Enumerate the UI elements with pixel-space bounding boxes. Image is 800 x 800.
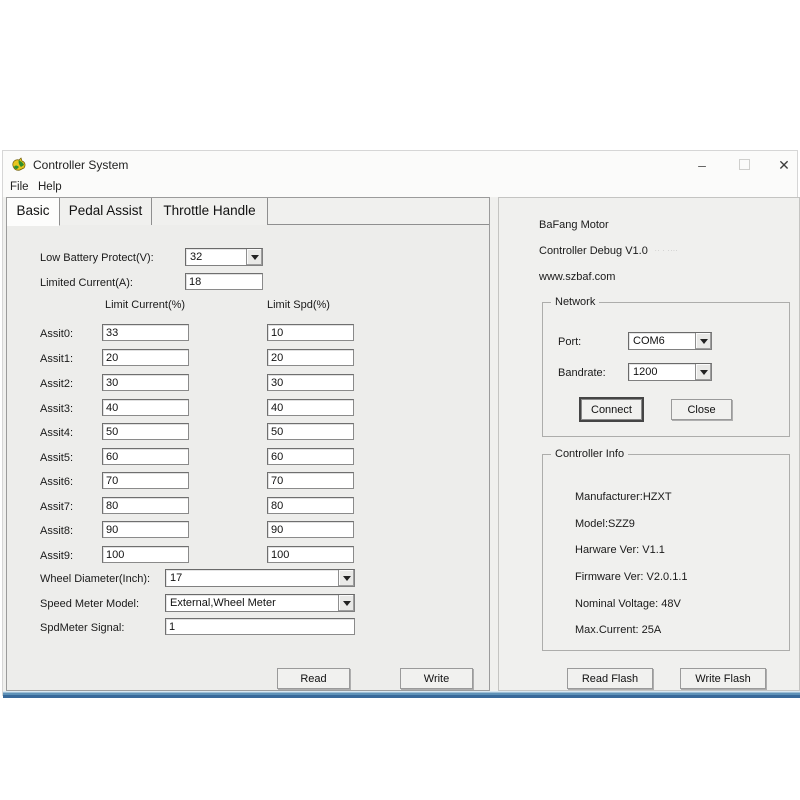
menu-file[interactable]: File [7,181,32,193]
tab-bar: Basic Pedal Assist Throttle Handle [7,198,489,225]
chevron-down-icon[interactable] [246,249,262,265]
spdmeter-signal-input[interactable] [165,618,355,635]
assit8-label: Assit8: [40,525,73,537]
low-battery-dropdown[interactable]: 32 [185,248,263,266]
assit7-speed-input[interactable] [267,497,354,514]
assit7-label: Assit7: [40,501,73,513]
low-battery-label: Low Battery Protect(V): [40,252,154,264]
tiny-text-smudge: ·· · ···· [655,248,678,254]
assit6-current-input[interactable] [102,472,189,489]
assit5-label: Assit5: [40,452,73,464]
wheel-diameter-label: Wheel Diameter(Inch): [40,573,150,585]
assit9-speed-input[interactable] [267,546,354,563]
limited-current-label: Limited Current(A): [40,277,133,289]
maximize-button[interactable] [731,155,757,175]
app-version: Controller Debug V1.0 [539,245,648,257]
assit4-current-input[interactable] [102,423,189,440]
speed-meter-label: Speed Meter Model: [40,598,139,610]
assit0-label: Assit0: [40,328,73,340]
assit7-current-input[interactable] [102,497,189,514]
window-bottom-edge [3,691,800,698]
model-text: Model:SZZ9 [575,518,635,530]
write-flash-button[interactable]: Write Flash [680,668,766,689]
connect-button[interactable]: Connect [581,399,642,420]
bandrate-value: 1200 [633,366,657,378]
chevron-down-icon[interactable] [695,333,711,349]
menu-help[interactable]: Help [35,181,65,193]
assit1-label: Assit1: [40,353,73,365]
port-label: Port: [558,336,581,348]
speed-meter-dropdown[interactable]: External,Wheel Meter [165,594,355,612]
limit-speed-header: Limit Spd(%) [267,299,330,311]
hardware-ver-text: Harware Ver: V1.1 [575,544,665,556]
network-group-title: Network [551,296,599,308]
manufacturer-text: Manufacturer:HZXT [575,491,672,503]
low-battery-value: 32 [190,251,202,263]
assit4-speed-input[interactable] [267,423,354,440]
chevron-down-icon[interactable] [338,570,354,586]
assit5-current-input[interactable] [102,448,189,465]
assit3-label: Assit3: [40,403,73,415]
close-connection-button[interactable]: Close [671,399,732,420]
assit8-speed-input[interactable] [267,521,354,538]
assit2-speed-input[interactable] [267,374,354,391]
assit0-current-input[interactable] [102,324,189,341]
bandrate-dropdown[interactable]: 1200 [628,363,712,381]
tab-pedal-assist[interactable]: Pedal Assist [60,198,152,225]
close-button[interactable]: ✕ [771,155,797,175]
window-title: Controller System [33,158,128,172]
tab-basic[interactable]: Basic [7,198,60,226]
assit4-label: Assit4: [40,427,73,439]
website-text: www.szbaf.com [539,271,615,283]
menu-bar: File Help [3,179,797,197]
brand-name: BaFang Motor [539,219,609,231]
chevron-down-icon[interactable] [695,364,711,380]
assit9-label: Assit9: [40,550,73,562]
controller-info-title: Controller Info [551,448,628,460]
app-window: Controller System – ✕ File Help Basic Pe… [2,150,798,696]
assit9-current-input[interactable] [102,546,189,563]
assit5-speed-input[interactable] [267,448,354,465]
connection-panel: BaFang Motor Controller Debug V1.0 ·· · … [498,197,800,691]
assit6-speed-input[interactable] [267,472,354,489]
bandrate-label: Bandrate: [558,367,606,379]
maximize-icon [739,159,750,170]
wheel-diameter-value: 17 [170,572,182,584]
assit0-speed-input[interactable] [267,324,354,341]
app-icon [11,156,28,173]
port-dropdown[interactable]: COM6 [628,332,712,350]
port-value: COM6 [633,335,665,347]
write-button[interactable]: Write [400,668,473,689]
assit2-label: Assit2: [40,378,73,390]
assit3-current-input[interactable] [102,399,189,416]
nominal-voltage-text: Nominal Voltage: 48V [575,598,681,610]
assit8-current-input[interactable] [102,521,189,538]
wheel-diameter-dropdown[interactable]: 17 [165,569,355,587]
close-icon: ✕ [778,157,790,173]
minimize-button[interactable]: – [689,155,715,175]
title-bar[interactable]: Controller System – ✕ [3,151,797,179]
chevron-down-icon[interactable] [338,595,354,611]
tab-throttle-handle[interactable]: Throttle Handle [152,198,268,225]
minimize-icon: – [698,157,706,173]
firmware-ver-text: Firmware Ver: V2.0.1.1 [575,571,688,583]
speed-meter-value: External,Wheel Meter [170,597,276,609]
assit1-speed-input[interactable] [267,349,354,366]
spdmeter-signal-label: SpdMeter Signal: [40,622,124,634]
controller-info-group: Controller Info Manufacturer:HZXT Model:… [542,454,790,651]
max-current-text: Max.Current: 25A [575,624,661,636]
limit-current-header: Limit Current(%) [105,299,185,311]
assit1-current-input[interactable] [102,349,189,366]
assit3-speed-input[interactable] [267,399,354,416]
network-group: Network Port: COM6 Bandrate: 1200 Connec… [542,302,790,437]
assit2-current-input[interactable] [102,374,189,391]
limited-current-input[interactable] [185,273,263,290]
assit6-label: Assit6: [40,476,73,488]
settings-panel: Basic Pedal Assist Throttle Handle Low B… [6,197,490,691]
read-flash-button[interactable]: Read Flash [567,668,653,689]
read-button[interactable]: Read [277,668,350,689]
screen: Controller System – ✕ File Help Basic Pe… [0,0,800,800]
